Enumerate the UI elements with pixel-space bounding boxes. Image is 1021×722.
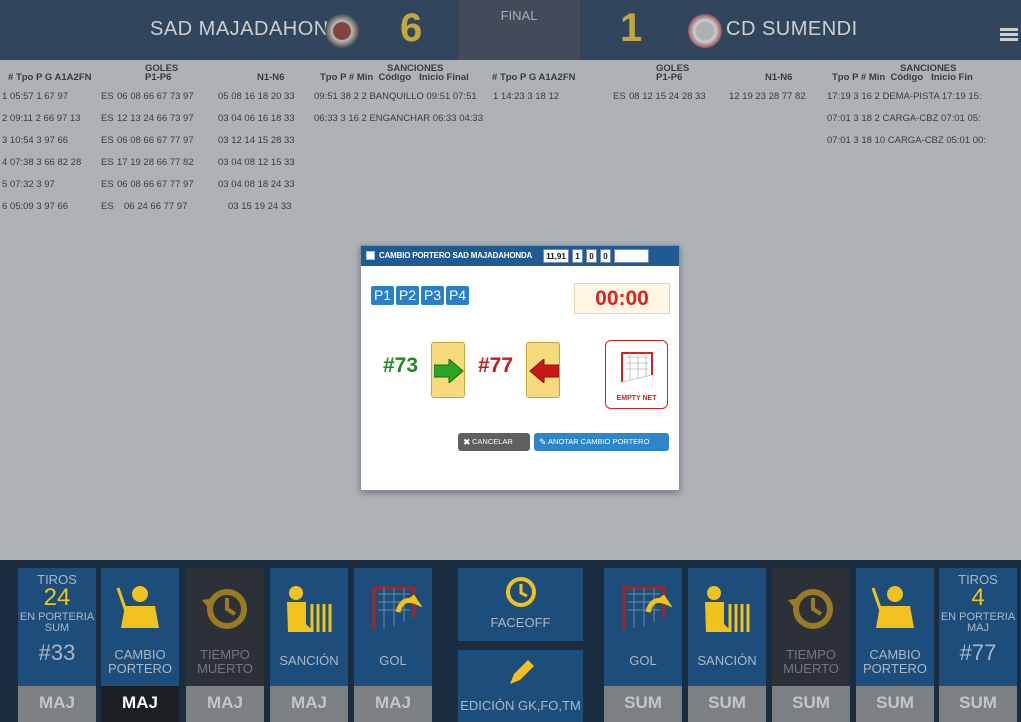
goal-net-icon [621, 352, 653, 383]
goal-net-icon [372, 586, 422, 630]
action-label: CAMBIO PORTERO [107, 647, 173, 676]
period-button-p2[interactable]: P2 [396, 286, 419, 305]
team-label: MAJ [270, 686, 348, 722]
close-icon: ✖ [463, 437, 471, 447]
goalie-icon [116, 586, 159, 628]
goalie-change-dialog: CAMBIO PORTERO SAD MAJADAHONDA 11,91 1 0… [360, 245, 680, 491]
empty-net-label: EMPTY NET [616, 395, 657, 402]
action-label: SANCIÓN [697, 653, 757, 668]
confirm-goalie-change-button[interactable]: ✎ ANOTAR CAMBIO PORTERO [534, 433, 669, 451]
away-timeout-tile[interactable]: TIEMPO MUERTO [772, 568, 850, 686]
team-label: SUM [688, 686, 766, 722]
team-label: SUM [604, 686, 682, 722]
window-icon [366, 251, 375, 260]
shots-sub-label: EN PORTERIA MAJ [940, 611, 1016, 634]
time-field[interactable]: 11,91 [543, 249, 569, 263]
edit-gk-fo-tm-button[interactable]: EDICIÓN GK,FO,TM [458, 650, 583, 722]
action-label: GOL [629, 653, 657, 668]
field-a[interactable]: 0 [586, 249, 597, 263]
dialog-title: CAMBIO PORTERO SAD MAJADAHONDA [379, 251, 533, 260]
team-label: SUM [772, 686, 850, 722]
home-goalie-change-tile[interactable]: CAMBIO PORTERO [101, 568, 179, 686]
action-label: CAMBIO PORTERO [862, 647, 928, 676]
away-goal-tile[interactable]: GOL [604, 568, 682, 686]
home-timeout-tile[interactable]: TIEMPO MUERTO [186, 568, 264, 686]
penalty-box-icon [705, 586, 750, 632]
away-penalty-tile[interactable]: SANCIÓN [688, 568, 766, 686]
action-label: TIEMPO MUERTO [783, 647, 839, 676]
cancel-button[interactable]: ✖ CANCELAR [458, 433, 530, 451]
arrow-right-icon [434, 359, 464, 383]
home-shots-tile[interactable]: TIROS 24 EN PORTERIA SUM #33 [18, 568, 96, 686]
faceoff-button[interactable]: FACEOFF [458, 568, 583, 641]
team-label-selected: MAJ [101, 686, 179, 722]
faceoff-label: FACEOFF [490, 615, 551, 630]
app: SAD MAJADAHONDA 6 FINAL 1 CD SUMENDI # T… [0, 0, 1021, 722]
goalie-out-number: #77 [478, 354, 514, 377]
edit-label: EDICIÓN GK,FO,TM [460, 698, 581, 713]
goal-net-icon [622, 586, 672, 630]
action-label: SANCIÓN [279, 653, 339, 668]
field-c[interactable] [614, 249, 649, 263]
goalie-number: #33 [38, 640, 76, 665]
action-label: TIEMPO MUERTO [197, 647, 253, 676]
history-clock-icon [788, 589, 833, 629]
goalie-out-button[interactable] [526, 342, 560, 398]
period-field[interactable]: 1 [572, 249, 583, 263]
period-button-p4[interactable]: P4 [446, 286, 469, 305]
shots-sub-label: EN PORTERIA SUM [19, 611, 95, 634]
goalie-in-number: #73 [383, 354, 419, 377]
team-label: MAJ [354, 686, 432, 722]
team-label: MAJ [186, 686, 264, 722]
period-button-p3[interactable]: P3 [421, 286, 444, 305]
history-clock-icon [202, 589, 247, 629]
action-label: GOL [379, 653, 407, 668]
confirm-label: ANOTAR CAMBIO PORTERO [548, 437, 650, 446]
team-label: MAJ [18, 686, 96, 722]
shots-value: 4 [971, 584, 985, 611]
home-penalty-tile[interactable]: SANCIÓN [270, 568, 348, 686]
goalie-icon [871, 586, 914, 628]
game-clock[interactable]: 00:00 [574, 283, 670, 314]
pencil-icon: ✎ [539, 437, 547, 447]
team-label: SUM [856, 686, 934, 722]
penalty-box-icon [287, 586, 332, 632]
field-b[interactable]: 0 [600, 249, 611, 263]
cancel-label: CANCELAR [472, 437, 513, 446]
pencil-icon [510, 660, 534, 684]
team-label: SUM [939, 686, 1017, 722]
arrow-left-icon [529, 359, 559, 383]
dialog-title-bar: CAMBIO PORTERO SAD MAJADAHONDA 11,91 1 0… [361, 246, 679, 266]
goalie-number: #77 [959, 640, 997, 665]
period-button-p1[interactable]: P1 [371, 286, 394, 305]
away-shots-tile[interactable]: TIROS 4 EN PORTERIA MAJ #77 [939, 568, 1017, 686]
home-goal-tile[interactable]: GOL [354, 568, 432, 686]
shots-value: 24 [43, 584, 71, 611]
goalie-in-button[interactable] [431, 342, 465, 398]
empty-net-button[interactable]: EMPTY NET [605, 340, 668, 409]
clock-icon [506, 577, 536, 607]
away-goalie-change-tile[interactable]: CAMBIO PORTERO [856, 568, 934, 686]
